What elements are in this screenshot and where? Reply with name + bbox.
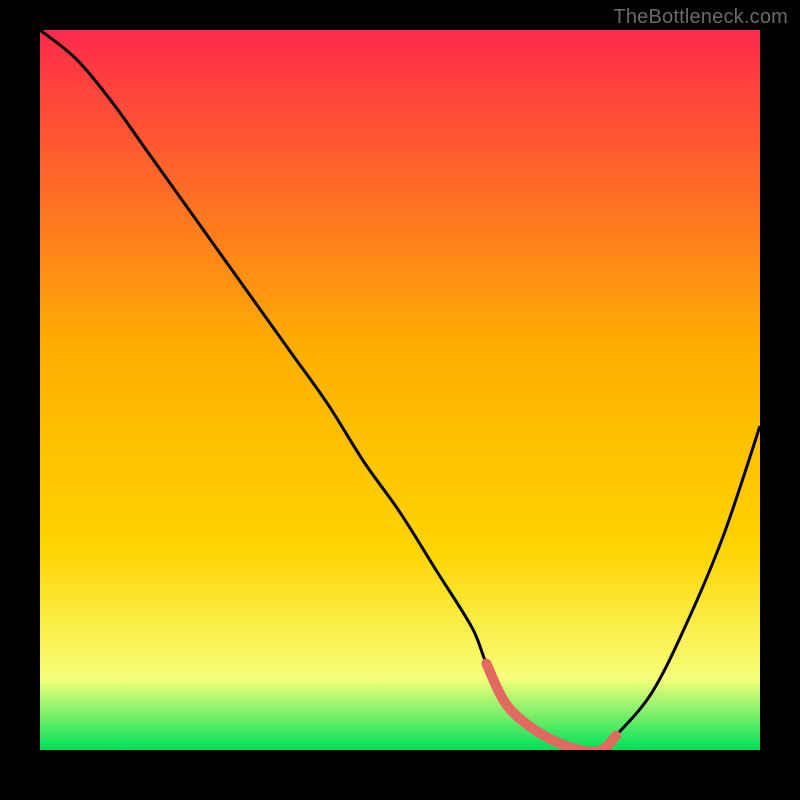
chart-plot-area [40,30,760,750]
watermark-label: TheBottleneck.com [613,6,788,29]
chart-curve [40,30,760,750]
